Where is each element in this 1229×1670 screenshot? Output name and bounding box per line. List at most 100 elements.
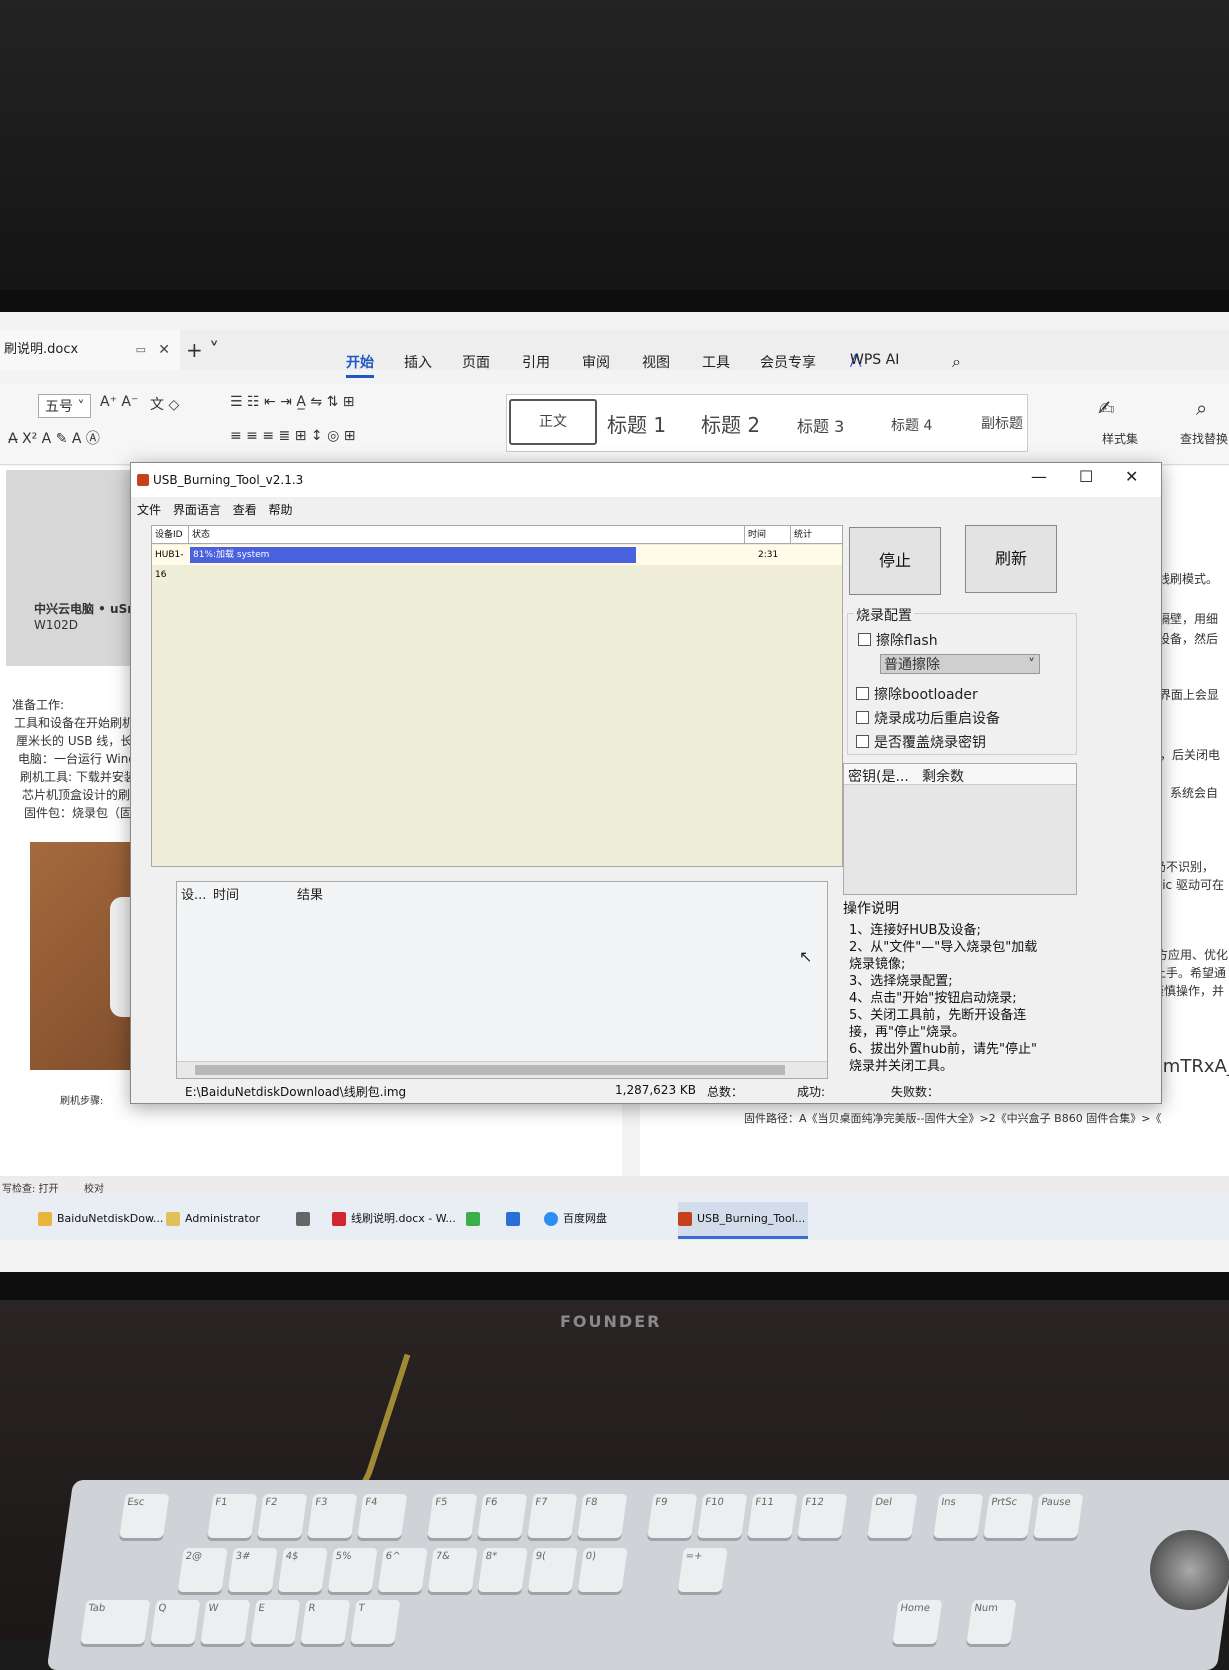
user-folder-icon: [166, 1212, 180, 1226]
usb-tool-titlebar[interactable]: USB_Burning_Tool_v2.1.3 — ☐ ✕: [131, 463, 1161, 497]
horizontal-scrollbar[interactable]: [177, 1061, 827, 1078]
menu-tools[interactable]: 工具: [702, 352, 730, 372]
strikethrough-icon[interactable]: A̶ X² A ✎ A Ⓐ: [8, 428, 100, 448]
erase-mode-select[interactable]: 普通擦除 ˅: [880, 654, 1040, 674]
find-icon[interactable]: ⌕: [1196, 396, 1207, 420]
keyboard-key: 3#: [227, 1548, 278, 1592]
menu-page[interactable]: 页面: [462, 352, 490, 372]
keyboard-key: Home: [892, 1600, 943, 1644]
device-row[interactable]: HUB1-16 81%:加载 system 2:31: [152, 545, 842, 580]
align-icons[interactable]: ≡ ≡ ≡ ≣ ⊞ ↕ ◎ ⊞: [230, 428, 355, 444]
keyboard-key: F7: [527, 1494, 578, 1538]
menu-view[interactable]: 查看: [233, 503, 257, 517]
app-grid-icon: [296, 1212, 310, 1226]
overwrite-key-checkbox[interactable]: 是否覆盖烧录密钥: [856, 732, 986, 752]
erase-flash-checkbox[interactable]: 擦除flash: [858, 630, 938, 650]
keyboard-key: 6^: [377, 1548, 428, 1592]
keyboard-key: =+: [677, 1548, 728, 1592]
maximize-icon[interactable]: ☐: [1079, 467, 1093, 486]
taskbar-item-admin[interactable]: Administrator: [166, 1202, 260, 1236]
keyboard-key: F9: [647, 1494, 698, 1538]
instruction-line: 烧录镜像;: [849, 957, 906, 972]
style-set-icon[interactable]: ✍: [1098, 396, 1115, 420]
taskbar-item-baidu[interactable]: 百度网盘: [544, 1202, 607, 1236]
monitor-screen: 刷说明.docx ▭ ✕ + ˅ 开始 插入 页面 引用 审阅 视图 工具 会员…: [0, 312, 1229, 1272]
proofread-status[interactable]: 校对: [84, 1180, 104, 1195]
device-time-cell: 2:31: [758, 550, 779, 560]
keyboard-key: F12: [797, 1494, 848, 1538]
baidu-netdisk-icon: [544, 1212, 558, 1226]
refresh-button[interactable]: 刷新: [965, 525, 1057, 593]
key-column-remaining[interactable]: 剩余数: [922, 766, 964, 786]
font-grow-icon[interactable]: A⁺ A⁻: [100, 394, 138, 410]
taskbar-label: 百度网盘: [563, 1212, 607, 1225]
taskbar-item-wps[interactable]: 线刷说明.docx - W...: [332, 1202, 456, 1236]
taskbar-item-usb-tool[interactable]: USB_Burning_Tool...: [678, 1202, 808, 1239]
reboot-after-checkbox[interactable]: 烧录成功后重启设备: [856, 708, 1000, 728]
column-stats[interactable]: 统计: [790, 526, 842, 544]
menu-file[interactable]: 文件: [137, 503, 161, 517]
keyboard-key: 8*: [477, 1548, 528, 1592]
style-heading-4[interactable]: 标题 4: [891, 415, 932, 435]
keyboard-key: 7&: [427, 1548, 478, 1592]
wps-icon: [332, 1212, 346, 1226]
document-tab[interactable]: 刷说明.docx ▭ ✕: [0, 330, 180, 370]
folder-icon: [38, 1212, 52, 1226]
keyboard-key: 9(: [527, 1548, 578, 1592]
minimize-icon[interactable]: —: [1031, 467, 1047, 486]
menu-member[interactable]: 会员专享: [760, 352, 816, 372]
instruction-line: 6、拔出外置hub前，请先"停止": [849, 1042, 1037, 1057]
new-tab-icon[interactable]: + ˅: [186, 338, 219, 362]
keyboard-key: F5: [427, 1494, 478, 1538]
close-tab-icon[interactable]: ✕: [158, 330, 170, 370]
keyboard-key: 5%: [327, 1548, 378, 1592]
search-icon[interactable]: ⌕: [952, 352, 961, 372]
menu-view[interactable]: 视图: [642, 352, 670, 372]
spell-check-status[interactable]: 写检查: 打开: [2, 1180, 59, 1195]
menu-wps-ai-label: WPS AI: [850, 352, 900, 368]
taskbar-item-folder[interactable]: BaiduNetdiskDow...: [38, 1202, 163, 1236]
keyboard-key: Ins: [933, 1494, 984, 1538]
column-device-id[interactable]: 设备ID: [152, 526, 188, 544]
window-icon[interactable]: ▭: [136, 330, 146, 370]
menu-review[interactable]: 审阅: [582, 352, 610, 372]
column-status[interactable]: 状态: [188, 526, 744, 544]
menu-language[interactable]: 界面语言: [173, 503, 221, 517]
result-column-time[interactable]: 时间: [213, 884, 239, 903]
usb-tool-app-icon: [137, 474, 149, 486]
usb-tool-status-bar: E:\BaiduNetdiskDownload\线刷包.img 1,287,62…: [185, 1083, 1085, 1101]
key-column-key[interactable]: 密钥(是...: [848, 766, 909, 786]
menu-help[interactable]: 帮助: [269, 503, 293, 517]
style-set-button[interactable]: 样式集: [1102, 430, 1138, 447]
taskbar-item-green-app[interactable]: [466, 1202, 485, 1236]
style-heading-2[interactable]: 标题 2: [701, 409, 760, 438]
menu-insert[interactable]: 插入: [404, 352, 432, 372]
column-time[interactable]: 时间: [744, 526, 790, 544]
style-normal[interactable]: 正文: [509, 399, 597, 445]
green-app-icon: [466, 1212, 480, 1226]
result-column-device[interactable]: 设...: [181, 884, 206, 903]
taskbar-item-bird-app[interactable]: [506, 1202, 525, 1236]
keyboard-key: F8: [577, 1494, 628, 1538]
style-heading-3[interactable]: 标题 3: [797, 413, 844, 437]
find-replace-button[interactable]: 查找替换: [1180, 430, 1228, 447]
volume-knob: [1150, 1530, 1229, 1610]
instructions-panel: 操作说明 1、连接好HUB及设备; 2、从"文件"—"导入烧录包"加载 烧录镜像…: [843, 901, 1075, 1091]
erase-bootloader-checkbox[interactable]: 擦除bootloader: [856, 684, 978, 704]
instruction-line: 5、关闭工具前，先断开设备连: [849, 1008, 1027, 1023]
close-icon[interactable]: ✕: [1125, 467, 1138, 486]
list-icons[interactable]: ☰ ☷ ⇤ ⇥ A̲ ⇋ ⇅ ⊞: [230, 394, 354, 410]
erase-mode-value: 普通擦除: [884, 657, 940, 673]
menu-references[interactable]: 引用: [522, 352, 550, 372]
keyboard-key: F10: [697, 1494, 748, 1538]
stop-button[interactable]: 停止: [849, 527, 941, 595]
taskbar-item-apps[interactable]: [296, 1202, 315, 1236]
result-column-result[interactable]: 结果: [297, 884, 323, 903]
phonetic-icon[interactable]: 文 ◇: [150, 394, 179, 414]
scrollbar-thumb[interactable]: [195, 1065, 785, 1075]
usb-tool-title: USB_Burning_Tool_v2.1.3: [153, 473, 304, 487]
font-size-select[interactable]: 五号 ˅: [38, 394, 92, 418]
style-subtitle[interactable]: 副标题: [981, 413, 1023, 433]
style-heading-1[interactable]: 标题 1: [607, 409, 666, 438]
menu-home[interactable]: 开始: [346, 352, 374, 378]
